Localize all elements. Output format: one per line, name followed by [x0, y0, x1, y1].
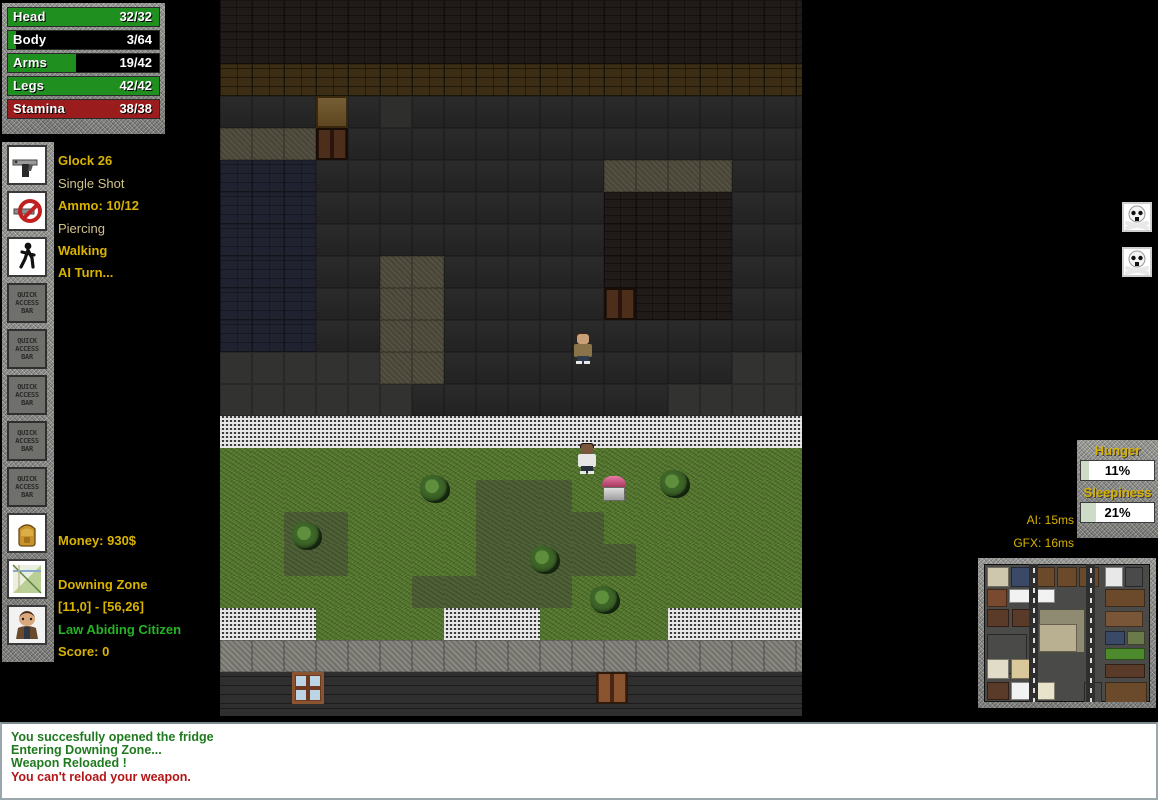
hunger-label: Hunger: [1094, 443, 1141, 458]
hunger-value: 11%: [1104, 463, 1131, 478]
sleepiness-bar: 21%: [1080, 502, 1155, 523]
quick-access-bar-icon: QUICK ACCESS BAR: [7, 329, 47, 369]
money-amount: Money: 930$: [58, 533, 137, 548]
vital-bar-arms: Arms 19/42: [7, 53, 160, 73]
minimap-canvas[interactable]: [984, 564, 1150, 702]
bush: [590, 586, 620, 614]
log-line: Entering Downing Zone...: [11, 743, 162, 758]
npc-character[interactable]: [576, 443, 598, 474]
window-tile[interactable]: [292, 672, 324, 704]
weapon-slot[interactable]: [2, 142, 54, 188]
skull-icon[interactable]: [1122, 202, 1152, 232]
ammo-icon: [7, 191, 47, 231]
backpack-icon: [7, 513, 47, 553]
quick-access-bar-icon: QUICK ACCESS BAR: [7, 467, 47, 507]
quick-access-slot-1[interactable]: QUICK ACCESS BAR: [2, 280, 54, 326]
vital-value: 3/64: [126, 32, 152, 47]
fire-mode: Single Shot: [58, 176, 125, 191]
message-log[interactable]: You succesfully opened the fridge Enteri…: [0, 722, 1158, 800]
hunger-bar: 11%: [1080, 460, 1155, 481]
door-tile[interactable]: [604, 288, 636, 320]
vital-bar-body: Body 3/64: [7, 30, 160, 50]
bush: [292, 522, 322, 550]
bush: [420, 475, 450, 503]
skull-icon[interactable]: [1122, 247, 1152, 277]
pistol-icon: [7, 145, 47, 185]
movement-mode: Walking: [58, 243, 108, 258]
vitals-panel: Head 32/32 Body 3/64 Arms 19/42 Legs 42/…: [2, 3, 165, 134]
door-tile[interactable]: [316, 128, 348, 160]
quick-access-slot-5[interactable]: QUICK ACCESS BAR: [2, 464, 54, 510]
ai-time: AI: 15ms: [1026, 513, 1074, 527]
bush: [530, 546, 560, 574]
zone-name: Downing Zone: [58, 577, 148, 592]
walking-icon: [7, 237, 47, 277]
quick-access-slot-2[interactable]: QUICK ACCESS BAR: [2, 326, 54, 372]
vital-value: 32/32: [119, 9, 152, 24]
bush: [660, 470, 690, 498]
door-tile[interactable]: [596, 672, 628, 704]
reputation-title: Law Abiding Citizen: [58, 622, 182, 637]
reputation-slot[interactable]: [2, 602, 54, 648]
quick-access-bar-icon: QUICK ACCESS BAR: [7, 375, 47, 415]
vital-bar-stamina: Stamina 38/38: [7, 99, 160, 119]
ammo-type: Piercing: [58, 221, 105, 236]
log-line: Weapon Reloaded !: [11, 756, 127, 771]
vital-label: Body: [13, 32, 47, 47]
quick-access-slot-4[interactable]: QUICK ACCESS BAR: [2, 418, 54, 464]
citizen-portrait-icon: [7, 605, 47, 645]
log-line: You succesfully opened the fridge: [11, 730, 214, 744]
movement-slot[interactable]: [2, 234, 54, 280]
sleepiness-value: 21%: [1104, 505, 1131, 520]
quick-access-bar-icon: QUICK ACCESS BAR: [7, 421, 47, 461]
ammo-slot[interactable]: [2, 188, 54, 234]
vital-value: 42/42: [119, 78, 152, 93]
gfx-time: GFX: 16ms: [1013, 536, 1074, 550]
food-stand[interactable]: [600, 476, 628, 502]
money-slot[interactable]: [2, 510, 54, 556]
vital-value: 19/42: [119, 55, 152, 70]
needs-panel: Hunger 11% Sleepiness 21%: [1077, 440, 1158, 538]
sleepiness-label: Sleepiness: [1083, 485, 1152, 500]
vital-value: 38/38: [119, 101, 152, 116]
target-cursor[interactable]: [508, 264, 540, 296]
vital-label: Arms: [13, 55, 48, 70]
quick-access-slot-3[interactable]: QUICK ACCESS BAR: [2, 372, 54, 418]
vital-bar-legs: Legs 42/42: [7, 76, 160, 96]
score-value: Score: 0: [58, 644, 110, 659]
log-line: You can't reload your weapon.: [11, 769, 191, 784]
zone-slot[interactable]: [2, 556, 54, 602]
weapon-name: Glock 26: [58, 153, 113, 168]
vital-label: Stamina: [13, 101, 65, 116]
player-character[interactable]: [572, 333, 594, 364]
map-viewport[interactable]: [220, 0, 802, 716]
vital-bar-head: Head 32/32: [7, 7, 160, 27]
left-icon-column: QUICK ACCESS BAR QUICK ACCESS BAR QUICK …: [2, 142, 54, 662]
crate-tile[interactable]: [316, 96, 348, 128]
quick-access-bar-icon: QUICK ACCESS BAR: [7, 283, 47, 323]
zone-coordinates: [11,0] - [56,26]: [58, 599, 144, 614]
map-icon: [7, 559, 47, 599]
minimap-panel[interactable]: [978, 558, 1156, 708]
vital-label: Legs: [13, 78, 45, 93]
ammo-count: Ammo: 10/12: [58, 198, 139, 213]
game-window: Head 32/32 Body 3/64 Arms 19/42 Legs 42/…: [0, 0, 1158, 800]
turn-status: AI Turn...: [58, 265, 114, 280]
vital-label: Head: [13, 9, 46, 24]
